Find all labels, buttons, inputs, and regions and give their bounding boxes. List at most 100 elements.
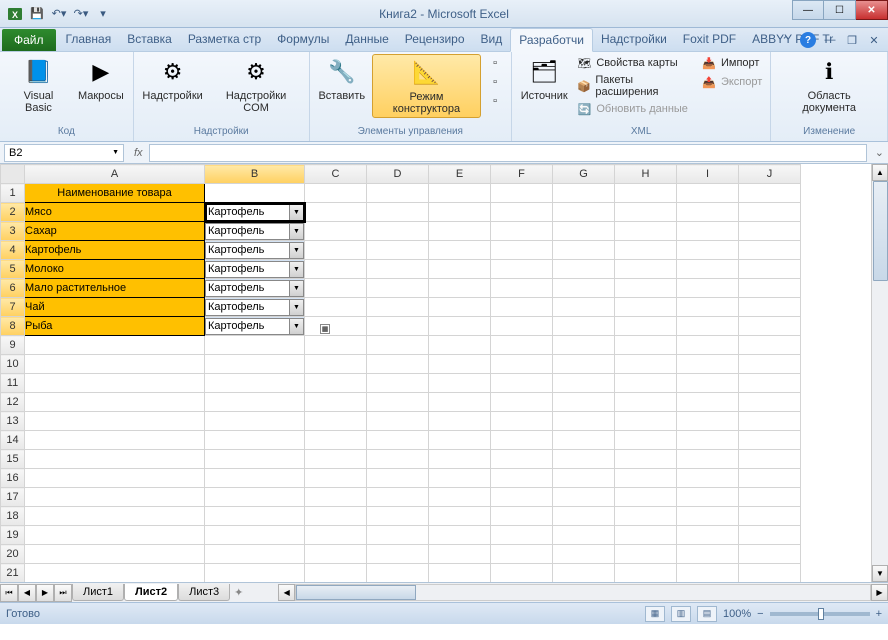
export-button[interactable]: 📤Экспорт	[699, 73, 764, 91]
cell-H9[interactable]	[615, 336, 677, 355]
undo-icon[interactable]: ↶▾	[50, 5, 68, 23]
cell-E18[interactable]	[429, 507, 491, 526]
sheet-nav-last-icon[interactable]: ⏭	[54, 584, 72, 602]
cell-A13[interactable]	[25, 412, 205, 431]
expansion-packs-button[interactable]: 📦Пакеты расширения	[574, 73, 695, 99]
cell-I4[interactable]	[677, 241, 739, 260]
cell-J12[interactable]	[739, 393, 801, 412]
ribbon-tab-4[interactable]: Данные	[337, 28, 396, 51]
col-header-J[interactable]: J	[739, 165, 801, 184]
cell-F10[interactable]	[491, 355, 553, 374]
cell-J5[interactable]	[739, 260, 801, 279]
cell-C1[interactable]	[305, 184, 367, 203]
cell-B1[interactable]	[205, 184, 305, 203]
cell-E12[interactable]	[429, 393, 491, 412]
row-header-15[interactable]: 15	[1, 450, 25, 469]
cell-D5[interactable]	[367, 260, 429, 279]
cell-G6[interactable]	[553, 279, 615, 298]
cell-E3[interactable]	[429, 222, 491, 241]
combobox-8[interactable]: Картофель▼	[205, 318, 304, 335]
row-header-7[interactable]: 7	[1, 298, 25, 317]
cell-A3[interactable]: Сахар	[25, 222, 205, 241]
cell-B20[interactable]	[205, 545, 305, 564]
ribbon-tab-0[interactable]: Главная	[58, 28, 120, 51]
cell-F1[interactable]	[491, 184, 553, 203]
zoom-slider[interactable]	[770, 612, 870, 616]
cell-F19[interactable]	[491, 526, 553, 545]
cell-B18[interactable]	[205, 507, 305, 526]
cell-G21[interactable]	[553, 564, 615, 583]
cell-I16[interactable]	[677, 469, 739, 488]
cell-I11[interactable]	[677, 374, 739, 393]
name-box-dropdown-icon[interactable]: ▼	[112, 149, 119, 156]
save-icon[interactable]: 💾	[28, 5, 46, 23]
view-layout-icon[interactable]: ▥	[671, 606, 691, 622]
row-header-6[interactable]: 6	[1, 279, 25, 298]
cell-H14[interactable]	[615, 431, 677, 450]
cell-I15[interactable]	[677, 450, 739, 469]
col-header-A[interactable]: A	[25, 165, 205, 184]
close-button[interactable]: ✕	[856, 0, 888, 20]
cell-H13[interactable]	[615, 412, 677, 431]
cell-J15[interactable]	[739, 450, 801, 469]
row-header-9[interactable]: 9	[1, 336, 25, 355]
cell-B10[interactable]	[205, 355, 305, 374]
cell-F18[interactable]	[491, 507, 553, 526]
cell-J2[interactable]	[739, 203, 801, 222]
cell-G5[interactable]	[553, 260, 615, 279]
cell-G13[interactable]	[553, 412, 615, 431]
cell-H10[interactable]	[615, 355, 677, 374]
cell-F11[interactable]	[491, 374, 553, 393]
combobox-6[interactable]: Картофель▼	[205, 280, 304, 297]
cell-J6[interactable]	[739, 279, 801, 298]
import-button[interactable]: 📥Импорт	[699, 54, 764, 72]
cell-A19[interactable]	[25, 526, 205, 545]
view-pagebreak-icon[interactable]: ▤	[697, 606, 717, 622]
cell-C11[interactable]	[305, 374, 367, 393]
cell-C15[interactable]	[305, 450, 367, 469]
cell-D17[interactable]	[367, 488, 429, 507]
cell-D13[interactable]	[367, 412, 429, 431]
cell-I8[interactable]	[677, 317, 739, 336]
cell-F20[interactable]	[491, 545, 553, 564]
row-header-17[interactable]: 17	[1, 488, 25, 507]
cell-D1[interactable]	[367, 184, 429, 203]
cell-G16[interactable]	[553, 469, 615, 488]
minimize-button[interactable]: —	[792, 0, 824, 20]
cell-E13[interactable]	[429, 412, 491, 431]
sheet-nav-first-icon[interactable]: ⏮	[0, 584, 18, 602]
cell-J10[interactable]	[739, 355, 801, 374]
cell-A10[interactable]	[25, 355, 205, 374]
cell-H15[interactable]	[615, 450, 677, 469]
cell-A21[interactable]	[25, 564, 205, 583]
name-box[interactable]: B2 ▼	[4, 144, 124, 162]
scroll-up-icon[interactable]: ▲	[872, 164, 888, 181]
cell-J21[interactable]	[739, 564, 801, 583]
properties-button[interactable]: ▫	[485, 54, 505, 72]
cell-B3[interactable]: Картофель▼	[205, 222, 305, 241]
cell-C12[interactable]	[305, 393, 367, 412]
cell-H4[interactable]	[615, 241, 677, 260]
cell-J1[interactable]	[739, 184, 801, 203]
cell-H2[interactable]	[615, 203, 677, 222]
cell-C17[interactable]	[305, 488, 367, 507]
cell-F9[interactable]	[491, 336, 553, 355]
combobox-dropdown-icon[interactable]: ▼	[289, 205, 303, 220]
cell-D2[interactable]	[367, 203, 429, 222]
cell-A4[interactable]: Картофель	[25, 241, 205, 260]
cell-E6[interactable]	[429, 279, 491, 298]
row-header-16[interactable]: 16	[1, 469, 25, 488]
ribbon-tab-9[interactable]: Foxit PDF	[675, 28, 744, 51]
cell-C6[interactable]	[305, 279, 367, 298]
cell-A16[interactable]	[25, 469, 205, 488]
cell-C7[interactable]	[305, 298, 367, 317]
cell-G15[interactable]	[553, 450, 615, 469]
cell-B7[interactable]: Картофель▼	[205, 298, 305, 317]
cell-C10[interactable]	[305, 355, 367, 374]
ribbon-tab-2[interactable]: Разметка стр	[180, 28, 269, 51]
cell-I9[interactable]	[677, 336, 739, 355]
cell-F15[interactable]	[491, 450, 553, 469]
cell-H18[interactable]	[615, 507, 677, 526]
cell-I7[interactable]	[677, 298, 739, 317]
cell-C16[interactable]	[305, 469, 367, 488]
